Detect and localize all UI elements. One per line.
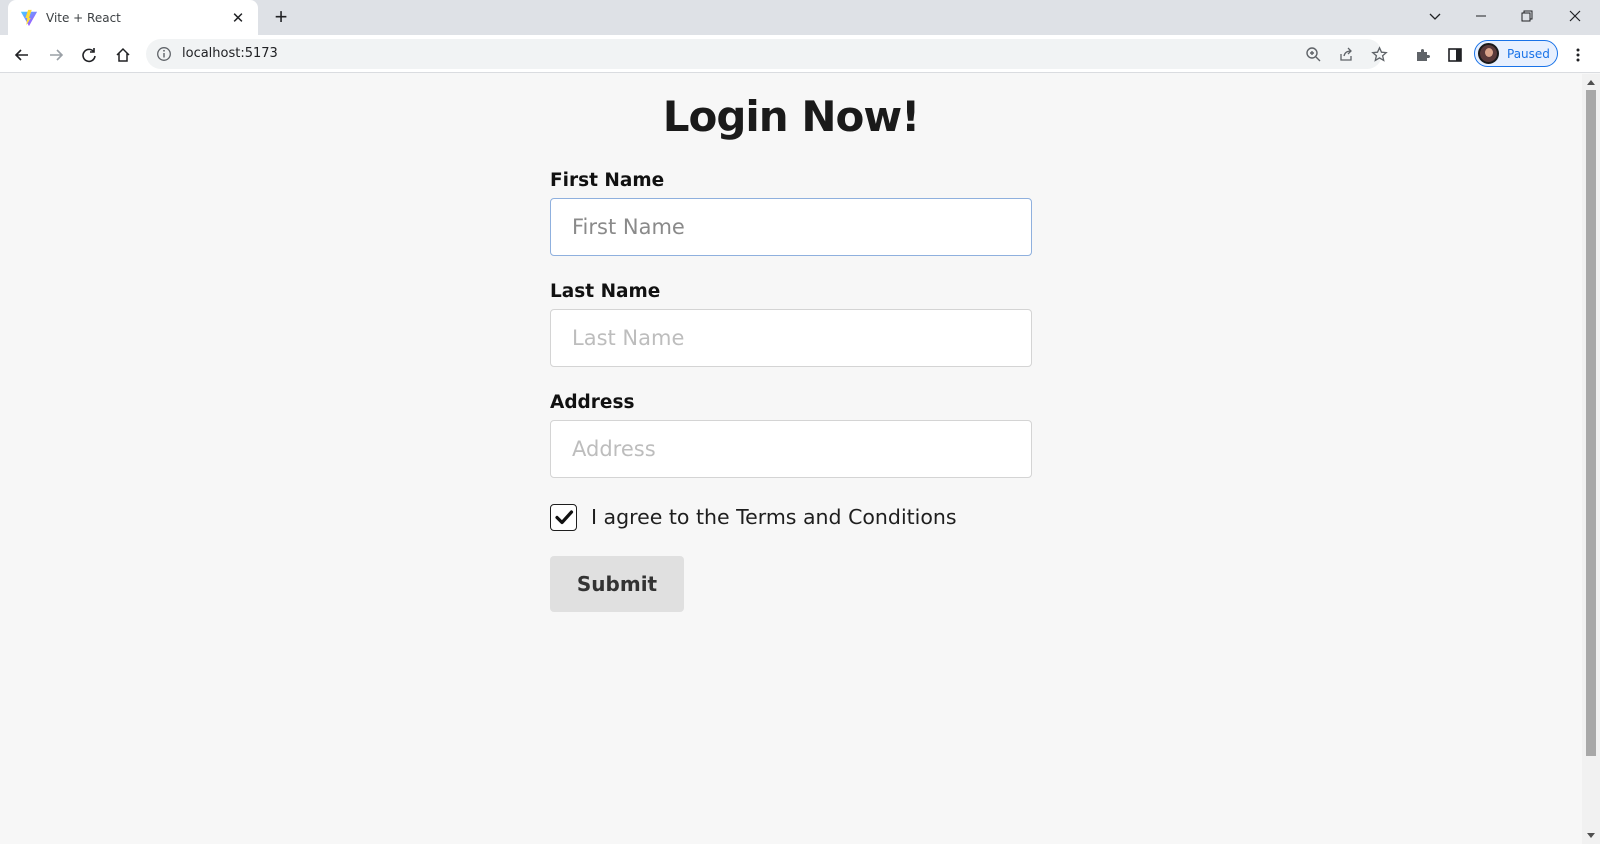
address-group: Address — [550, 392, 1032, 478]
info-icon[interactable] — [156, 46, 172, 62]
side-panel-button[interactable] — [1441, 41, 1469, 69]
address-input[interactable] — [550, 420, 1032, 478]
side-panel-icon — [1448, 48, 1462, 62]
first-name-label: First Name — [550, 170, 665, 191]
browser-toolbar: localhost:5173 Paused — [0, 35, 1600, 73]
last-name-input[interactable] — [550, 309, 1032, 367]
terms-row: I agree to the Terms and Conditions — [550, 502, 1032, 532]
tab-title: Vite + React — [46, 10, 121, 25]
page-title: Login Now! — [662, 92, 921, 141]
profile-status: Paused — [1507, 46, 1550, 61]
scroll-up-icon[interactable] — [1587, 80, 1595, 85]
share-icon — [1339, 47, 1352, 61]
submit-button[interactable]: Submit — [550, 556, 684, 612]
profile-button[interactable]: Paused — [1474, 40, 1558, 67]
avatar — [1478, 43, 1499, 64]
checkmark-icon — [554, 510, 573, 525]
restore-icon — [1521, 10, 1533, 22]
tab-strip: Vite + React ✕ + — [0, 0, 1600, 35]
forward-button[interactable] — [42, 41, 70, 69]
tab-search-button[interactable] — [1412, 0, 1458, 32]
address-label: Address — [550, 392, 635, 413]
star-icon — [1370, 45, 1388, 62]
extensions-button[interactable] — [1409, 41, 1437, 69]
arrow-left-icon — [14, 49, 28, 61]
reload-icon — [82, 48, 96, 63]
url-text: localhost:5173 — [182, 46, 278, 61]
minimize-icon — [1476, 15, 1486, 17]
last-name-group: Last Name — [550, 281, 1032, 367]
arrow-right-icon — [50, 49, 64, 61]
vite-logo-icon — [20, 9, 38, 26]
first-name-group: First Name — [550, 170, 1032, 256]
page-viewport: Login Now! First Name Last Name Address … — [0, 74, 1582, 844]
chevron-down-icon — [1429, 13, 1441, 20]
close-icon — [1569, 10, 1581, 22]
puzzle-icon — [1417, 48, 1431, 61]
vertical-scrollbar[interactable] — [1582, 74, 1600, 844]
bookmark-button[interactable] — [1368, 43, 1390, 65]
close-window-button[interactable] — [1552, 0, 1598, 32]
scroll-thumb[interactable] — [1586, 90, 1596, 756]
home-icon — [116, 47, 130, 62]
terms-label[interactable]: I agree to the Terms and Conditions — [591, 505, 957, 529]
more-vertical-icon — [1576, 48, 1580, 62]
login-form: First Name Last Name Address I agree to … — [550, 170, 1032, 612]
share-button[interactable] — [1335, 43, 1357, 65]
new-tab-button[interactable]: + — [268, 5, 294, 31]
address-bar[interactable]: localhost:5173 — [146, 39, 1388, 69]
close-tab-icon[interactable]: ✕ — [230, 9, 246, 27]
zoom-button[interactable] — [1302, 43, 1324, 65]
first-name-input[interactable] — [550, 198, 1032, 256]
zoom-icon — [1305, 46, 1320, 61]
terms-checkbox[interactable] — [550, 503, 577, 531]
last-name-label: Last Name — [550, 281, 661, 302]
browser-tab[interactable]: Vite + React ✕ — [8, 0, 258, 35]
back-button[interactable] — [8, 41, 36, 69]
minimize-button[interactable] — [1458, 0, 1504, 32]
reload-button[interactable] — [75, 41, 103, 69]
menu-button[interactable] — [1564, 41, 1592, 69]
restore-button[interactable] — [1504, 0, 1550, 32]
scroll-down-icon[interactable] — [1587, 833, 1595, 838]
home-button[interactable] — [109, 41, 137, 69]
